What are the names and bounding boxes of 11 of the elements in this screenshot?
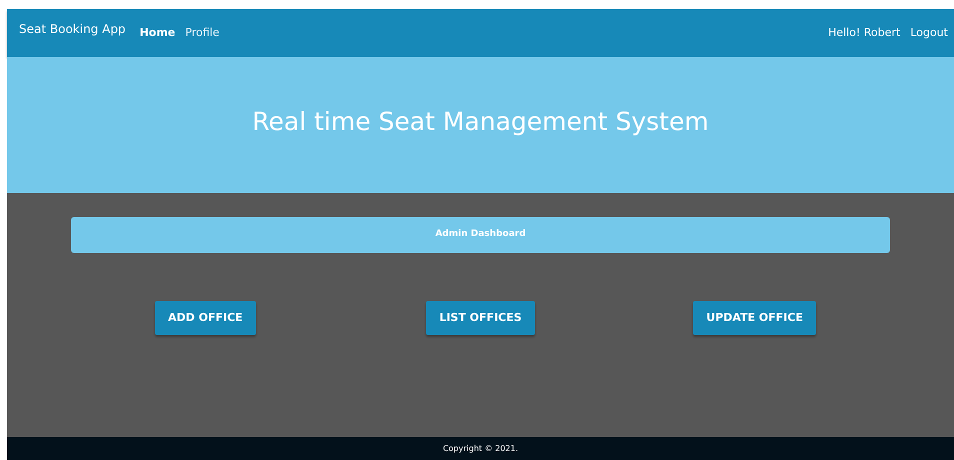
copyright-text: Copyright © 2021.: [442, 442, 518, 454]
dashboard-title: Admin Dashboard: [435, 228, 526, 242]
hero-title: Real time Seat Management System: [252, 106, 709, 138]
brand-link[interactable]: Seat Booking App: [19, 20, 126, 38]
action-button[interactable]: UPDATE OFFICE: [693, 301, 816, 335]
logout-link[interactable]: Logout: [910, 24, 948, 42]
action-button[interactable]: LIST OFFICES: [426, 301, 535, 335]
nav-link[interactable]: Profile: [185, 24, 220, 42]
greeting-link[interactable]: Hello! Robert: [828, 24, 900, 42]
nav-link[interactable]: Home: [140, 24, 176, 42]
action-button[interactable]: ADD OFFICE: [155, 301, 256, 335]
